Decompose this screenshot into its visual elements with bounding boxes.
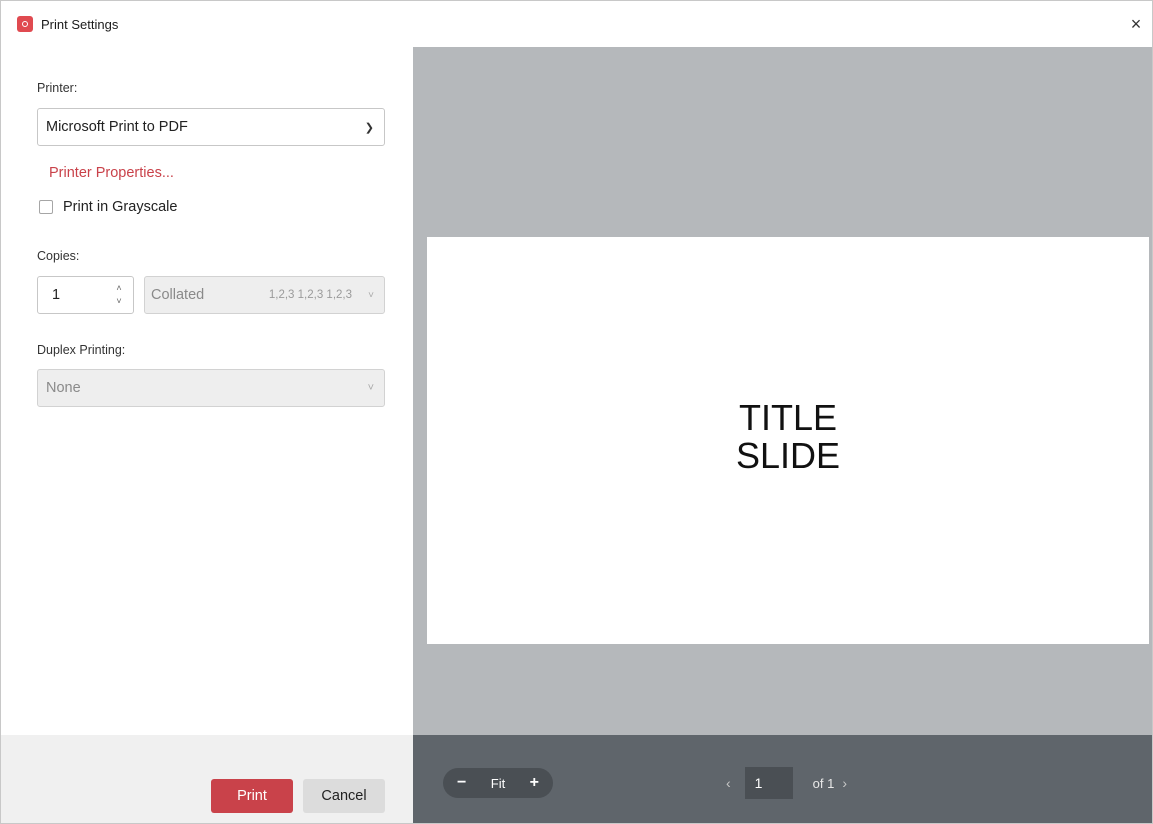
preview-page: TITLE SLIDE [427,237,1149,644]
close-button[interactable]: × [1126,15,1146,35]
print-settings-dialog: Print Settings × Printer: Microsoft Prin… [0,0,1153,824]
stepper-arrows-icon[interactable]: ˄ ˅ [113,282,125,308]
copies-label: Copies: [37,249,80,263]
cancel-button[interactable]: Cancel [303,779,385,813]
page-number-input[interactable]: 1 [744,767,793,799]
printer-properties-link[interactable]: Printer Properties... [49,165,174,181]
page-count: of 1 [812,775,835,791]
collate-select: Collated 1,2,3 1,2,3 1,2,3 ˅ [144,276,385,314]
grayscale-label: Print in Grayscale [63,199,178,215]
window-title: Print Settings [41,16,119,32]
printer-label: Printer: [37,81,78,95]
grayscale-option[interactable]: Print in Grayscale [39,199,177,215]
print-button[interactable]: Print [211,779,293,813]
chevron-down-icon: ˅ [367,382,374,394]
collate-value: Collated [151,287,205,303]
app-logo-icon [17,16,33,32]
title-bar: Print Settings × [1,1,1152,47]
chevron-left-icon[interactable]: ‹ [726,775,731,791]
duplex-select: None ˅ [37,369,385,407]
duplex-selected-value: None [46,380,81,396]
preview-toolbar: − Fit + ‹ 1 of 1 › [413,735,1152,823]
printer-select[interactable]: Microsoft Print to PDF ❯ [37,108,385,146]
page-navigator: ‹ 1 of 1 › [726,767,847,799]
chevron-down-icon: ❯ [364,122,374,134]
zoom-out-button[interactable]: − [457,774,466,792]
zoom-in-button[interactable]: + [530,774,539,792]
copies-value: 1 [52,287,61,303]
printer-selected-value: Microsoft Print to PDF [46,119,188,135]
zoom-control: − Fit + [443,768,553,798]
print-preview-area: TITLE SLIDE [413,47,1152,735]
copies-stepper[interactable]: 1 ˄ ˅ [37,276,134,314]
zoom-fit-button[interactable]: Fit [491,776,505,791]
duplex-label: Duplex Printing: [37,343,126,357]
chevron-down-icon: ˅ [368,289,374,301]
collate-order: 1,2,3 1,2,3 1,2,3 [268,289,352,301]
slide-title: TITLE SLIDE [735,396,841,476]
grayscale-checkbox[interactable] [39,200,53,214]
chevron-right-icon[interactable]: › [842,775,847,791]
settings-panel: Printer: Microsoft Print to PDF ❯ Printe… [1,47,413,735]
